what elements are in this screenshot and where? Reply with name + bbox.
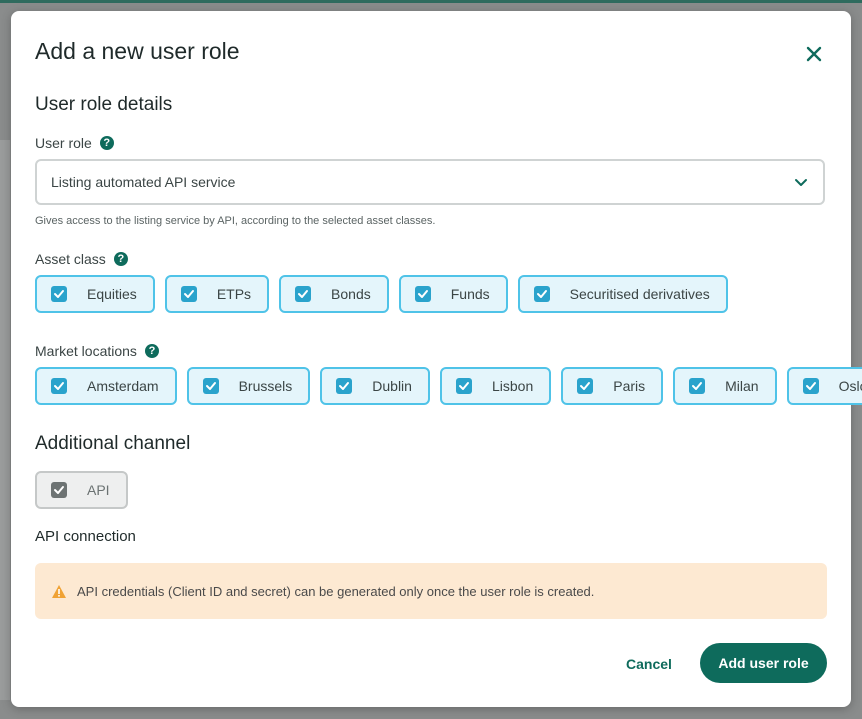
checkbox-checked-icon	[577, 378, 594, 394]
help-icon[interactable]: ?	[144, 344, 159, 358]
chip-label: Oslo	[838, 378, 862, 394]
alert-text: API credentials (Client ID and secret) c…	[77, 583, 595, 599]
api-credentials-alert: API credentials (Client ID and secret) c…	[35, 563, 827, 619]
close-icon	[806, 46, 822, 62]
api-connection-title: API connection	[35, 528, 136, 545]
chip-funds[interactable]: Funds	[398, 275, 508, 313]
chip-label: Bonds	[331, 286, 371, 302]
chip-label: Funds	[450, 286, 490, 302]
chip-label: Lisbon	[491, 378, 534, 394]
section-title-additional-channel: Additional channel	[35, 433, 191, 454]
section-title-user-role-details: User role details	[35, 94, 173, 115]
chip-bonds[interactable]: Bonds	[279, 275, 389, 313]
checkbox-checked-icon	[689, 378, 706, 394]
checkbox-checked-icon	[455, 378, 472, 394]
market-locations-chips: Amsterdam Brussels Dublin Lisbon Paris M…	[35, 367, 862, 405]
asset-class-label: Asset class ?	[35, 251, 128, 267]
market-locations-label: Market locations ?	[35, 343, 159, 359]
asset-class-label-text: Asset class	[35, 251, 106, 267]
chevron-down-icon	[795, 179, 807, 186]
user-role-label-text: User role	[35, 135, 92, 151]
chip-brussels[interactable]: Brussels	[186, 367, 311, 405]
chip-label: Securitised derivatives	[569, 286, 710, 302]
checkbox-checked-icon	[295, 286, 312, 302]
chip-oslo[interactable]: Oslo	[786, 367, 862, 405]
chip-api: API	[35, 471, 128, 509]
checkbox-checked-icon	[414, 286, 431, 302]
user-role-select[interactable]: Listing automated API service	[35, 159, 825, 205]
user-role-label: User role ?	[35, 135, 114, 151]
background-page	[0, 140, 10, 700]
chip-label: API	[87, 482, 110, 498]
chip-label: Brussels	[238, 378, 293, 394]
background-header-bar	[0, 0, 862, 3]
checkbox-checked-icon	[51, 378, 67, 394]
add-user-role-button[interactable]: Add user role	[700, 643, 827, 683]
chip-label: ETPs	[216, 286, 252, 302]
add-user-role-dialog: Add a new user role User role details Us…	[11, 11, 862, 707]
dialog-title: Add a new user role	[35, 38, 240, 64]
user-role-selected-value: Listing automated API service	[51, 174, 236, 190]
chip-securitised-derivatives[interactable]: Securitised derivatives	[517, 275, 728, 313]
close-button[interactable]	[802, 42, 826, 66]
user-role-hint: Gives access to the listing service by A…	[35, 215, 436, 227]
checkbox-checked-icon	[180, 286, 197, 302]
chip-paris[interactable]: Paris	[561, 367, 664, 405]
chip-amsterdam[interactable]: Amsterdam	[35, 367, 177, 405]
market-locations-label-text: Market locations	[35, 343, 137, 359]
chip-etps[interactable]: ETPs	[164, 275, 270, 313]
additional-channel-chips: API	[35, 471, 138, 509]
chip-label: Milan	[725, 378, 759, 394]
chip-label: Amsterdam	[87, 378, 159, 394]
checkbox-checked-icon	[802, 378, 819, 394]
warning-icon	[52, 584, 66, 598]
help-icon[interactable]: ?	[113, 252, 128, 266]
checkbox-checked-icon	[51, 482, 67, 498]
chip-milan[interactable]: Milan	[673, 367, 777, 405]
chip-label: Equities	[87, 286, 137, 302]
cancel-button[interactable]: Cancel	[626, 656, 672, 672]
checkbox-checked-icon	[202, 378, 219, 394]
chip-lisbon[interactable]: Lisbon	[439, 367, 552, 405]
chip-label: Paris	[613, 378, 646, 394]
checkbox-checked-icon	[51, 286, 67, 302]
checkbox-checked-icon	[533, 286, 550, 302]
asset-class-chips: Equities ETPs Bonds Funds Securitised de…	[35, 275, 738, 313]
chip-dublin[interactable]: Dublin	[320, 367, 430, 405]
chip-equities[interactable]: Equities	[35, 275, 155, 313]
help-icon[interactable]: ?	[99, 136, 114, 150]
chip-label: Dublin	[372, 378, 412, 394]
checkbox-checked-icon	[336, 378, 353, 394]
